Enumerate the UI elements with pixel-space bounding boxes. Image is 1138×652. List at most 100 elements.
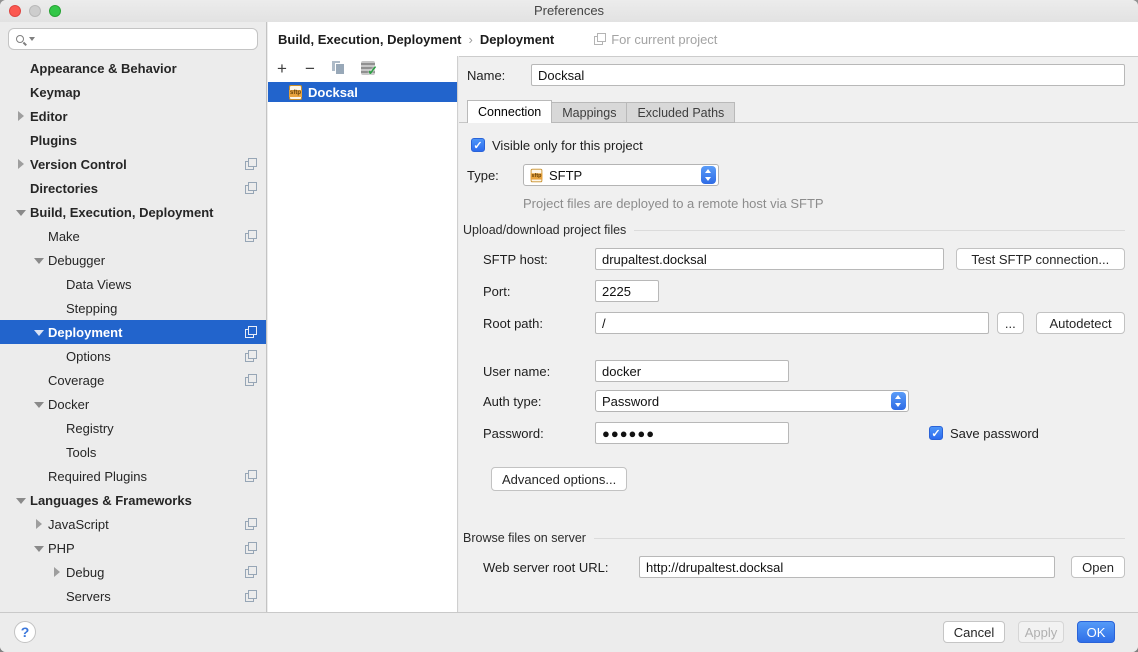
tab-mappings[interactable]: Mappings <box>552 102 627 123</box>
search-box[interactable] <box>8 28 258 50</box>
collapse-arrow-icon[interactable] <box>34 255 44 265</box>
sidebar-item-plugins[interactable]: Plugins <box>0 128 266 152</box>
save-password-group: ✓ Save password <box>929 426 1039 441</box>
sidebar-item-label: Make <box>48 229 80 244</box>
expand-arrow-icon[interactable] <box>16 159 26 169</box>
sidebar-item-keymap[interactable]: Keymap <box>0 80 266 104</box>
sidebar-item-directories[interactable]: Directories <box>0 176 266 200</box>
server-list-item-docksal[interactable]: Docksal <box>268 82 457 102</box>
sidebar-item-php[interactable]: PHP <box>0 536 266 560</box>
tab-excluded-paths[interactable]: Excluded Paths <box>627 102 735 123</box>
sidebar-item-version-control[interactable]: Version Control <box>0 152 266 176</box>
breadcrumb-current: Deployment <box>480 32 554 47</box>
autodetect-button[interactable]: Autodetect <box>1036 312 1125 334</box>
add-server-icon[interactable]: + <box>276 60 288 77</box>
tab-connection[interactable]: Connection <box>467 100 552 123</box>
breadcrumb-parent[interactable]: Build, Execution, Deployment <box>278 32 461 47</box>
save-password-checkbox[interactable]: ✓ <box>929 426 943 440</box>
upload-section-title: Upload/download project files <box>463 223 626 237</box>
per-project-settings-icon <box>245 542 257 554</box>
sidebar-item-tools[interactable]: Tools <box>0 440 266 464</box>
tree-arrow-spacer <box>52 351 62 361</box>
password-label: Password: <box>483 426 595 441</box>
sidebar-item-debug[interactable]: Debug <box>0 560 266 584</box>
sidebar-item-coverage[interactable]: Coverage <box>0 368 266 392</box>
type-select[interactable]: SFTP <box>523 164 719 186</box>
per-project-settings-icon <box>245 350 257 362</box>
collapse-arrow-icon[interactable] <box>34 327 44 337</box>
server-name-input[interactable] <box>531 64 1125 86</box>
breadcrumb-separator-icon: › <box>468 32 472 47</box>
test-sftp-connection-button[interactable]: Test SFTP connection... <box>956 248 1125 270</box>
password-input[interactable] <box>595 422 789 444</box>
root-path-label: Root path: <box>483 316 595 331</box>
sidebar-item-appearance-behavior[interactable]: Appearance & Behavior <box>0 56 266 80</box>
collapse-arrow-icon[interactable] <box>16 495 26 505</box>
scope-note-label: For current project <box>611 32 717 47</box>
expand-arrow-icon[interactable] <box>52 567 62 577</box>
sidebar-item-docker[interactable]: Docker <box>0 392 266 416</box>
tree-arrow-spacer <box>16 183 26 193</box>
collapse-arrow-icon[interactable] <box>16 207 26 217</box>
select-stepper-icon[interactable] <box>701 166 716 184</box>
server-name: Docksal <box>308 85 358 100</box>
settings-sidebar: Appearance & Behavior Keymap EditorPlugins… <box>0 22 267 612</box>
sidebar-item-languages-frameworks[interactable]: Languages & Frameworks <box>0 488 266 512</box>
port-input[interactable] <box>595 280 659 302</box>
cancel-button[interactable]: Cancel <box>943 621 1005 643</box>
sidebar-item-required-plugins[interactable]: Required Plugins <box>0 464 266 488</box>
footer-buttons: Cancel Apply OK <box>943 621 1115 643</box>
sidebar-item-editor[interactable]: Editor <box>0 104 266 128</box>
sidebar-item-registry[interactable]: Registry <box>0 416 266 440</box>
sidebar-item-javascript[interactable]: JavaScript <box>0 512 266 536</box>
sidebar-item-label: Keymap <box>30 85 81 100</box>
visible-only-checkbox[interactable]: ✓ <box>471 138 485 152</box>
user-name-input[interactable] <box>595 360 789 382</box>
sidebar-item-stepping[interactable]: Stepping <box>0 296 266 320</box>
apply-button[interactable]: Apply <box>1018 621 1064 643</box>
remove-server-icon[interactable]: − <box>304 60 316 77</box>
window-title: Preferences <box>0 0 1138 22</box>
select-stepper-icon[interactable] <box>891 392 906 410</box>
per-project-settings-icon <box>245 374 257 386</box>
help-button[interactable]: ? <box>14 621 36 643</box>
per-project-settings-icon <box>245 182 257 194</box>
sidebar-item-data-views[interactable]: Data Views <box>0 272 266 296</box>
password-row: Password: ✓ Save password <box>459 421 1125 445</box>
sidebar-item-servers[interactable]: Servers <box>0 584 266 608</box>
copy-server-icon[interactable] <box>332 61 345 75</box>
auth-type-row: Auth type: Password <box>459 389 1125 413</box>
ok-button[interactable]: OK <box>1077 621 1115 643</box>
sidebar-item-label: Tools <box>66 445 96 460</box>
sidebar-item-build-execution-deployment[interactable]: Build, Execution, Deployment <box>0 200 266 224</box>
sftp-host-input[interactable] <box>595 248 944 270</box>
auth-type-select[interactable]: Password <box>595 390 909 412</box>
sidebar-item-options[interactable]: Options <box>0 344 266 368</box>
collapse-arrow-icon[interactable] <box>34 543 44 553</box>
advanced-options-button[interactable]: Advanced options... <box>491 467 627 491</box>
section-divider <box>634 230 1125 231</box>
sidebar-item-make[interactable]: Make <box>0 224 266 248</box>
expand-arrow-icon[interactable] <box>34 519 44 529</box>
sidebar-item-label: Coverage <box>48 373 104 388</box>
per-project-settings-icon <box>245 326 257 338</box>
collapse-arrow-icon[interactable] <box>34 399 44 409</box>
tree-arrow-spacer <box>52 591 62 601</box>
sidebar-item-deployment[interactable]: Deployment <box>0 320 266 344</box>
sftp-host-row: SFTP host: Test SFTP connection... <box>459 247 1125 271</box>
per-project-settings-icon <box>245 158 257 170</box>
per-project-settings-icon <box>245 590 257 602</box>
browse-root-path-button[interactable]: ... <box>997 312 1025 334</box>
open-url-button[interactable]: Open <box>1071 556 1125 578</box>
save-password-label: Save password <box>950 426 1039 441</box>
expand-arrow-icon[interactable] <box>16 111 26 121</box>
tree-arrow-spacer <box>34 375 44 385</box>
settings-search-input[interactable] <box>35 30 257 48</box>
sidebar-item-debugger[interactable]: Debugger <box>0 248 266 272</box>
root-path-input[interactable] <box>595 312 989 334</box>
web-root-url-input[interactable] <box>639 556 1055 578</box>
use-as-default-icon[interactable] <box>361 61 375 75</box>
settings-tree: Appearance & Behavior Keymap EditorPlugins… <box>0 56 266 612</box>
tree-arrow-spacer <box>34 231 44 241</box>
tree-arrow-spacer <box>52 303 62 313</box>
